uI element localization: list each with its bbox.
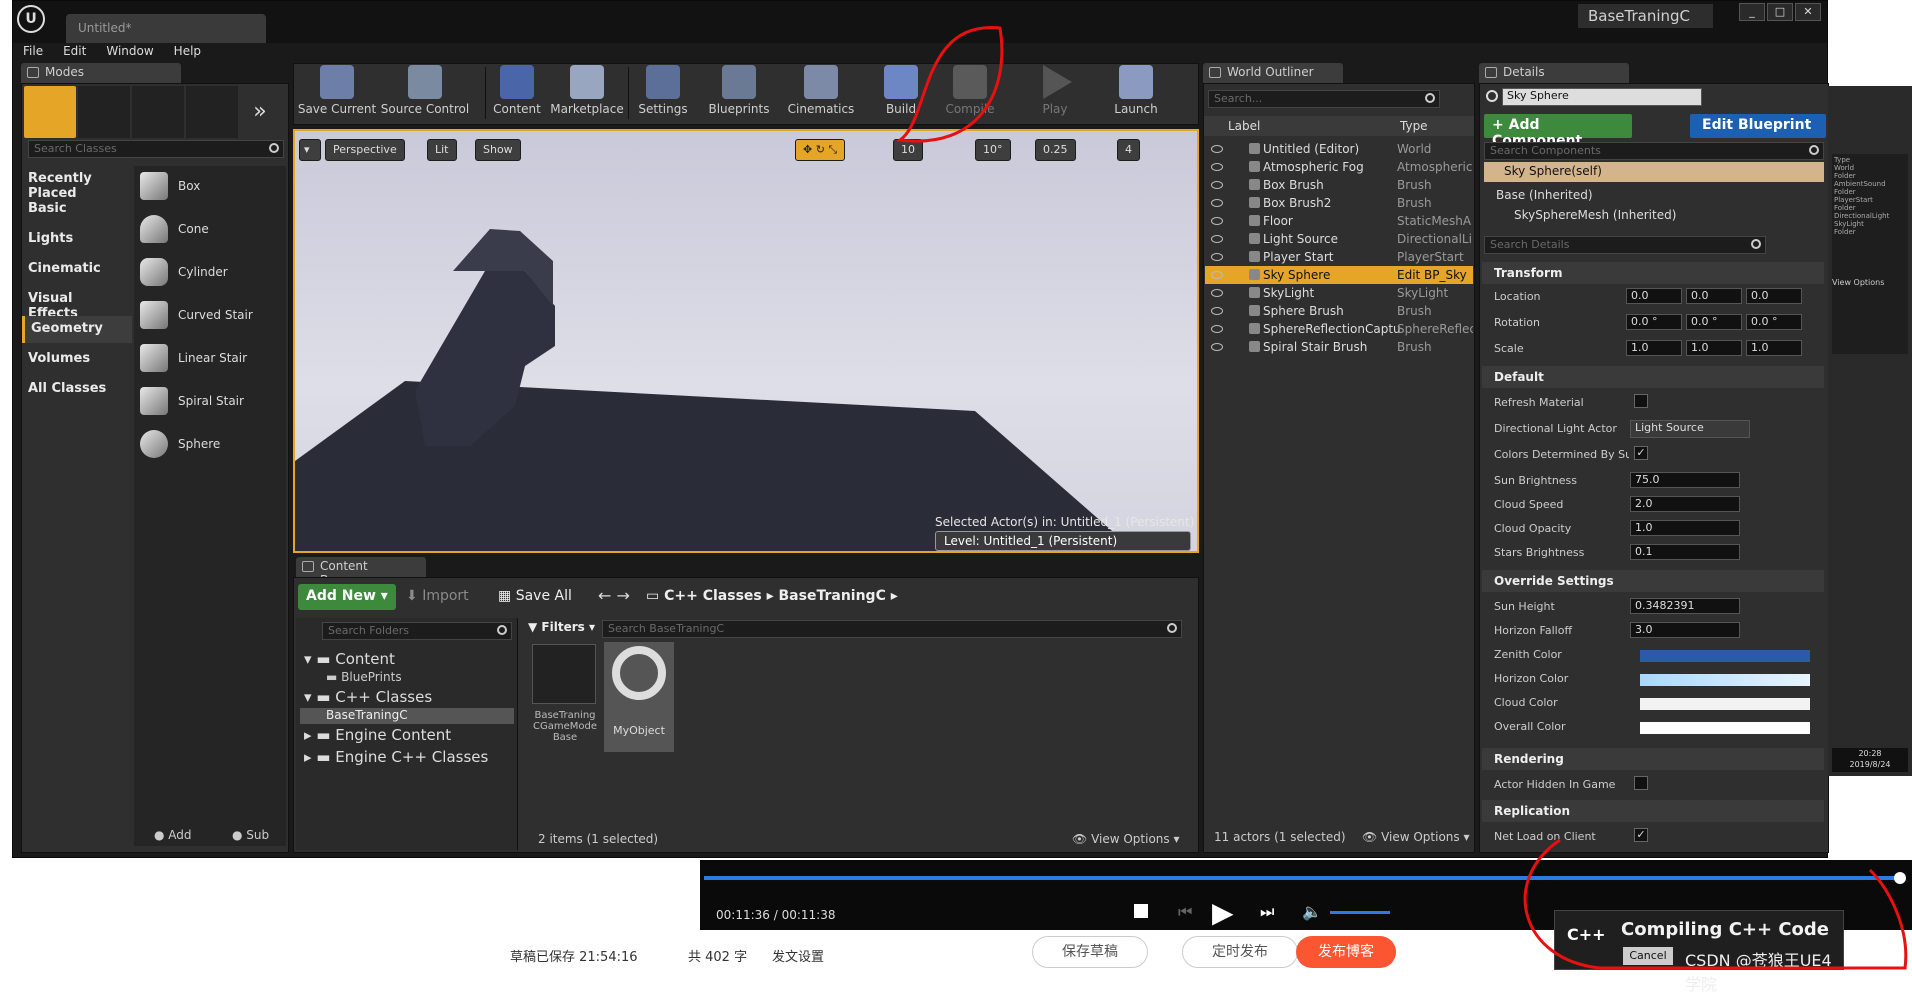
red-annotations [895,26,1908,970]
circle-annotation-toast [1523,838,1908,970]
circle-annotation-compile [895,26,1004,143]
